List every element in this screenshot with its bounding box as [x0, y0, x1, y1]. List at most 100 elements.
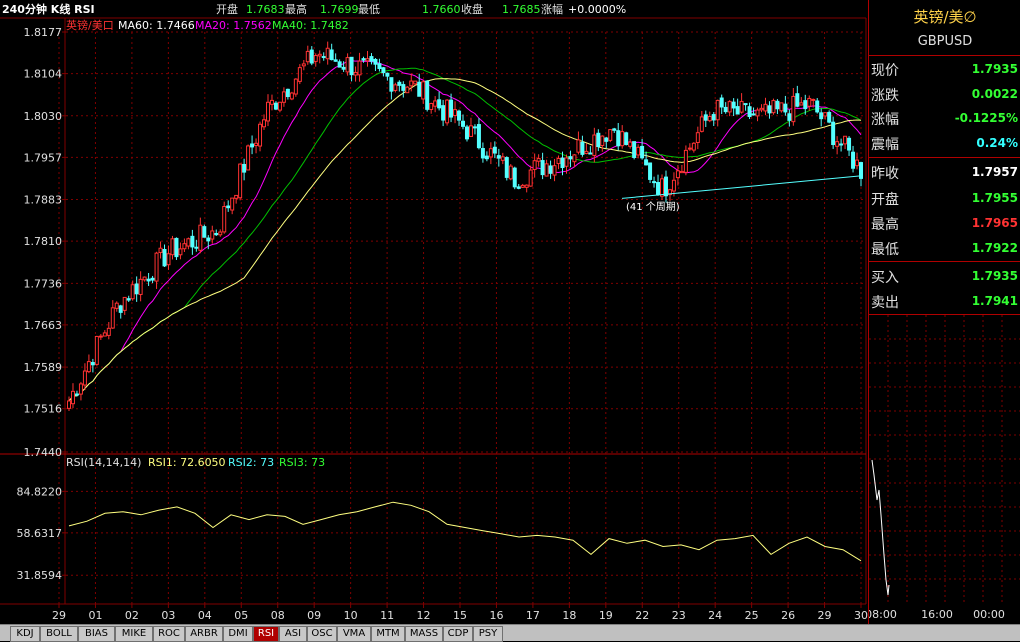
- candle-body: [142, 276, 147, 281]
- x-tick-label: 04: [198, 609, 212, 622]
- candle-body: [715, 99, 720, 121]
- candle-body: [584, 150, 589, 154]
- candle-body: [484, 155, 489, 160]
- candle-body: [464, 126, 469, 140]
- quote-row: 卖出 1.7941: [869, 289, 1020, 315]
- candle-body: [377, 63, 382, 69]
- quote-row: 最高 1.7965: [869, 211, 1020, 237]
- candle-body: [186, 238, 191, 247]
- candle-body: [516, 186, 521, 189]
- quote-value: 1.7935: [971, 269, 1018, 283]
- candle-body: [628, 141, 633, 147]
- candle-body: [568, 156, 573, 160]
- candle-body: [74, 393, 79, 396]
- intraday-chart[interactable]: 08:00 16:00 00:00: [869, 315, 1020, 624]
- x-tick-label: 22: [635, 609, 649, 622]
- candle-body: [508, 165, 513, 180]
- high-label: 最高: [285, 2, 307, 16]
- y-tick-label: 1.7957: [24, 151, 63, 164]
- rsi-tick-label: 31.8594: [17, 569, 63, 582]
- candle-body: [472, 126, 477, 129]
- rsi-tick-label: 58.6317: [17, 527, 63, 540]
- x-tick-label: 16: [489, 609, 503, 622]
- x-tick-label: 19: [599, 609, 613, 622]
- candle-body: [683, 149, 688, 173]
- y-tick-label: 1.7516: [24, 403, 63, 416]
- candle-body: [528, 169, 533, 187]
- candle-body: [250, 143, 255, 148]
- rsi2-legend: RSI2: 73: [228, 456, 274, 469]
- candle-body: [831, 121, 836, 146]
- y-tick-label: 1.8177: [24, 26, 63, 39]
- x-tick-label: 02: [125, 609, 139, 622]
- indicator-tab-bar: KDJ BOLL BIAS MIKE ROC ARBR DMI RSI ASI OSC VMA MTM…: [0, 624, 1020, 642]
- candle-body: [807, 97, 812, 107]
- high-value: 1.7699: [320, 3, 359, 16]
- candle-body: [293, 78, 298, 95]
- candle-body: [600, 135, 605, 147]
- candle-body: [369, 56, 374, 62]
- candle-body: [652, 181, 657, 184]
- x-tick-label: 11: [380, 609, 394, 622]
- change-label: 涨幅: [541, 3, 563, 16]
- close-value: 1.7685: [502, 3, 541, 16]
- x-tick-label: 05: [234, 609, 248, 622]
- candle-body: [457, 110, 462, 121]
- candle-body: [727, 101, 732, 113]
- candle-body: [632, 141, 637, 158]
- candle-body: [476, 124, 481, 149]
- candle-body: [202, 226, 207, 238]
- quote-label: 震幅: [871, 137, 899, 153]
- candle-body: [691, 142, 696, 151]
- quote-label: 涨跌: [871, 88, 899, 104]
- candle-body: [699, 116, 704, 132]
- candle-body: [381, 67, 386, 74]
- candle-body: [305, 50, 310, 63]
- candle-body: [210, 230, 215, 240]
- rsi3-legend: RSI3: 73: [279, 456, 325, 469]
- x-tick-label: 29: [52, 609, 66, 622]
- candle-body: [711, 114, 716, 121]
- quote-value: 1.7935: [971, 62, 1018, 76]
- candle-body: [675, 170, 680, 179]
- candle-body: [671, 179, 676, 192]
- chart-label: 240分钟 K线 RSI: [2, 2, 95, 16]
- candle-body: [158, 247, 163, 253]
- candle-body: [198, 224, 203, 251]
- candle-body: [552, 165, 557, 176]
- candle-body: [624, 132, 629, 145]
- chart-area[interactable]: 1.8177 1.8104 1.8030 1.7957 1.7883 1.7810 1.77…: [0, 0, 868, 624]
- candle-body: [122, 296, 127, 311]
- rsi1-legend: RSI1: 72.6050: [148, 456, 226, 469]
- ma60-legend: MA60: 1.7466: [118, 19, 195, 32]
- candle-body: [771, 100, 776, 114]
- quote-row: 涨跌 0.0022: [869, 82, 1020, 108]
- candle-body: [429, 103, 434, 110]
- candle-body: [851, 151, 856, 169]
- candle-body: [194, 246, 199, 249]
- candle-body: [353, 71, 358, 76]
- candle-body: [385, 72, 390, 77]
- ma-legend-name: 英镑/美口: [66, 18, 114, 32]
- candle-body: [612, 128, 617, 131]
- candle-body: [731, 101, 736, 109]
- candle-body: [174, 237, 179, 258]
- candle-body: [329, 49, 334, 61]
- candle-body: [98, 335, 103, 338]
- candle-body: [544, 163, 549, 177]
- candle-body: [82, 370, 87, 386]
- x-tick-label: 18: [562, 609, 576, 622]
- y-tick-label: 1.7810: [24, 235, 63, 248]
- candle-body: [417, 81, 422, 97]
- candle-body: [767, 105, 772, 114]
- candle-body: [90, 361, 95, 366]
- candle-body: [496, 155, 501, 159]
- candle-body: [70, 390, 75, 405]
- candle-body: [763, 103, 768, 112]
- candle-body: [86, 361, 91, 373]
- candle-body: [580, 141, 585, 155]
- quote-label: 开盘: [871, 192, 899, 208]
- candle-body: [425, 80, 430, 110]
- candle-body: [118, 305, 123, 313]
- x-tick-label: 26: [781, 609, 795, 622]
